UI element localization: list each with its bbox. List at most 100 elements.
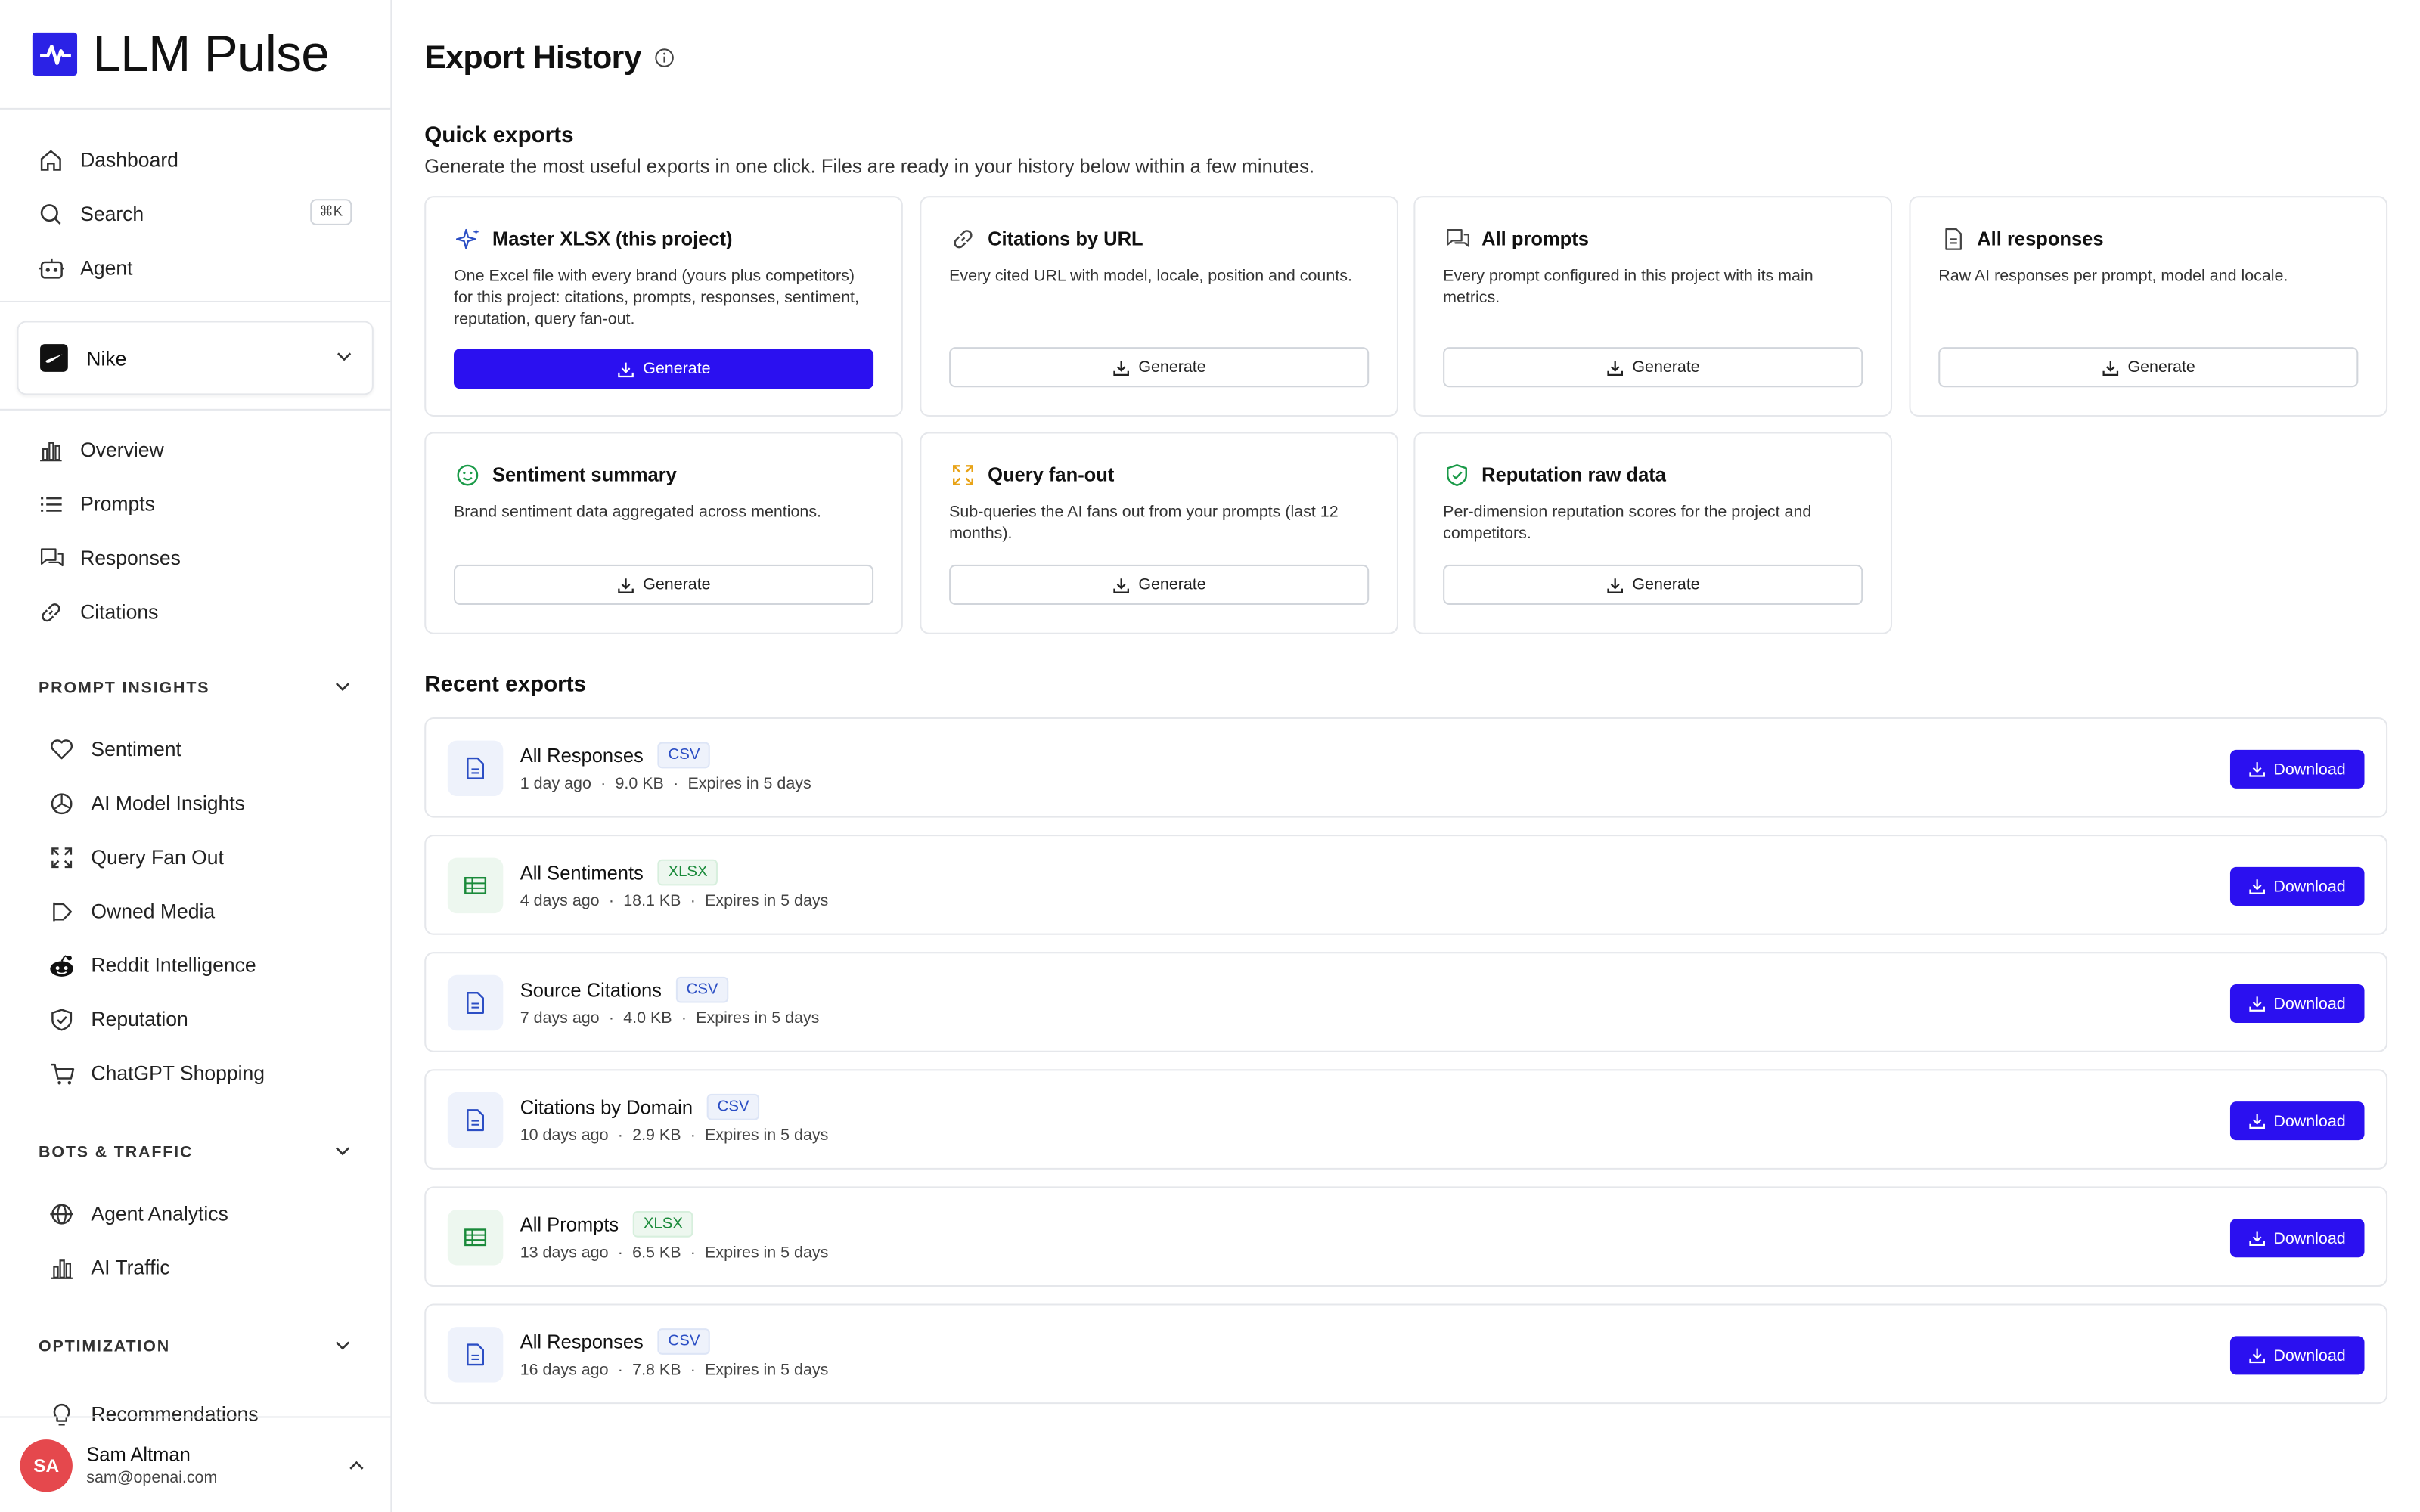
shield-check-icon (1443, 461, 1471, 489)
export-age: 13 days ago (520, 1243, 609, 1263)
generate-button[interactable]: Generate (1443, 347, 1863, 388)
sidebar-item-label: AI Model Insights (91, 791, 245, 815)
export-name: All Sentiments (520, 861, 644, 884)
export-age: 1 day ago (520, 774, 591, 793)
button-label: Generate (643, 359, 711, 378)
brand-selector[interactable]: Nike (17, 321, 374, 395)
sidebar-item-prompts[interactable]: Prompts (0, 477, 390, 531)
sidebar-item-label: Search (80, 202, 144, 225)
nav-main: Overview Prompts Responses Citations PRO… (0, 411, 390, 1441)
section-bots-traffic[interactable]: BOTS & TRAFFIC (0, 1137, 390, 1168)
generate-button[interactable]: Generate (1443, 564, 1863, 605)
button-label: Generate (2127, 358, 2195, 376)
download-icon (2249, 762, 2266, 777)
document-icon (447, 739, 504, 796)
heart-icon (48, 735, 76, 763)
sidebar-item-label: Overview (80, 438, 164, 462)
export-row: All Responses CSV 16 days ago · 7.8 KB · Expi… (424, 1303, 2388, 1405)
generate-button[interactable]: Generate (1938, 347, 2359, 388)
section-prompt-insights[interactable]: PROMPT INSIGHTS (0, 673, 390, 704)
download-button[interactable]: Download (2229, 749, 2365, 789)
home-icon (37, 146, 65, 174)
list-icon (37, 490, 65, 518)
sidebar-item-owned-media[interactable]: Owned Media (0, 884, 390, 937)
download-button[interactable]: Download (2229, 1219, 2365, 1258)
sidebar-item-reputation[interactable]: Reputation (0, 992, 390, 1046)
quick-exports-subtitle: Generate the most useful exports in one … (424, 156, 1315, 178)
sidebar-item-ai-traffic[interactable]: AI Traffic (0, 1241, 390, 1294)
card-description: Raw AI responses per prompt, model and l… (1938, 267, 2288, 286)
generate-button[interactable]: Generate (949, 347, 1370, 388)
export-row: Source Citations CSV 7 days ago · 4.0 KB · Ex… (424, 952, 2388, 1052)
button-label: Download (2273, 1346, 2346, 1365)
quick-export-card-query-fan-out: Query fan-out Sub-queries the AI fans ou… (920, 432, 1398, 634)
section-title: PROMPT INSIGHTS (39, 678, 210, 698)
section-optimization[interactable]: OPTIMIZATION (0, 1331, 390, 1362)
sidebar-item-label: ChatGPT Shopping (91, 1061, 265, 1085)
link-icon (949, 225, 977, 253)
export-expiry: Expires in 5 days (687, 774, 811, 793)
bar-chart-icon (48, 1253, 76, 1281)
sidebar-item-responses[interactable]: Responses (0, 531, 390, 584)
expand-icon (48, 843, 76, 871)
avatar: SA (20, 1439, 73, 1492)
chevron-up-icon (347, 1455, 365, 1483)
quick-export-card-sentiment-summary: Sentiment summary Brand sentiment data a… (424, 432, 903, 634)
sidebar-item-citations[interactable]: Citations (0, 584, 390, 638)
sidebar-item-chatgpt-shopping[interactable]: ChatGPT Shopping (0, 1046, 390, 1100)
download-button[interactable]: Download (2229, 984, 2365, 1024)
generate-button[interactable]: Generate (949, 564, 1370, 605)
format-badge: CSV (657, 1328, 711, 1355)
quick-exports-title: Quick exports (424, 123, 574, 148)
format-badge: CSV (675, 976, 729, 1003)
export-expiry: Expires in 5 days (705, 1243, 829, 1263)
card-description: Every cited URL with model, locale, posi… (949, 267, 1352, 286)
export-name: Citations by Domain (520, 1095, 693, 1118)
sidebar-item-dashboard[interactable]: Dashboard (0, 133, 390, 187)
export-row: All Prompts XLSX 13 days ago · 6.5 KB · Expir… (424, 1186, 2388, 1287)
generate-button[interactable]: Generate (453, 564, 874, 605)
export-name: All Responses (520, 1331, 644, 1352)
export-size: 4.0 KB (623, 1009, 672, 1028)
download-icon (617, 361, 634, 377)
search-icon (37, 200, 65, 228)
app-name: LLM Pulse (92, 24, 330, 82)
download-button[interactable]: Download (2229, 1336, 2365, 1375)
globe-icon (48, 1200, 76, 1228)
export-row: Citations by Domain CSV 10 days ago · 2.9 K… (424, 1069, 2388, 1170)
sidebar-item-ai-model-insights[interactable]: AI Model Insights (0, 776, 390, 830)
card-description: Per-dimension reputation scores for the … (1443, 503, 1812, 544)
chevron-down-icon (334, 677, 352, 700)
user-email: sam@openai.com (86, 1467, 218, 1487)
sidebar-item-sentiment[interactable]: Sentiment (0, 722, 390, 776)
card-title: Reputation raw data (1481, 464, 1666, 486)
section-title: BOTS & TRAFFIC (39, 1143, 194, 1162)
sidebar-item-label: Agent Analytics (91, 1201, 228, 1225)
chevron-down-icon (335, 347, 353, 370)
brand-name: Nike (86, 346, 127, 370)
sidebar-item-overview[interactable]: Overview (0, 423, 390, 476)
generate-button[interactable]: Generate (453, 349, 874, 389)
info-icon[interactable] (653, 40, 674, 77)
logo[interactable]: LLM Pulse (0, 0, 391, 110)
sidebar-item-label: Reddit Intelligence (91, 953, 256, 977)
chevron-down-icon (334, 1141, 352, 1164)
pulse-logo-icon (32, 32, 78, 76)
sparkle-icon (454, 225, 482, 253)
sidebar-item-reddit-intelligence[interactable]: Reddit Intelligence (0, 938, 390, 992)
export-size: 2.9 KB (632, 1126, 681, 1145)
sidebar-item-agent[interactable]: Agent (0, 240, 390, 294)
link-icon (37, 598, 65, 626)
button-label: Download (2273, 1111, 2346, 1130)
format-badge: CSV (657, 742, 711, 769)
sidebar-item-agent-analytics[interactable]: Agent Analytics (0, 1186, 390, 1240)
sidebar-item-search[interactable]: Search ⌘K (0, 187, 390, 240)
download-button[interactable]: Download (2229, 1101, 2365, 1141)
user-menu[interactable]: SA Sam Altman sam@openai.com (0, 1416, 391, 1512)
button-label: Download (2273, 760, 2346, 779)
export-row: All Responses CSV 1 day ago · 9.0 KB · Expire… (424, 717, 2388, 818)
sidebar-item-query-fan-out[interactable]: Query Fan Out (0, 830, 390, 884)
download-button[interactable]: Download (2229, 866, 2365, 906)
export-size: 6.5 KB (632, 1243, 681, 1263)
download-icon (2249, 879, 2266, 894)
